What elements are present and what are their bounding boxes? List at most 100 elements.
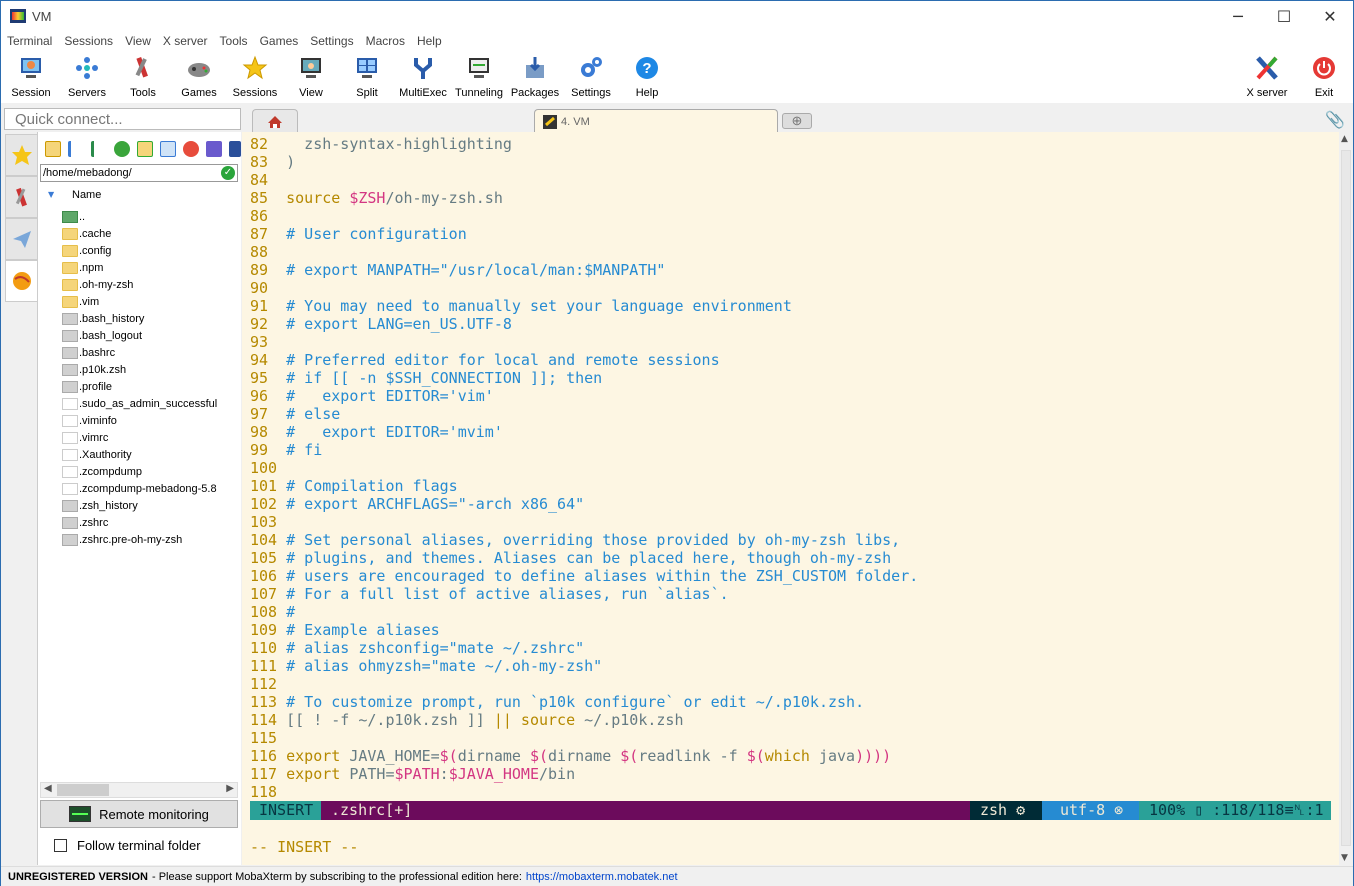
upload-icon[interactable] bbox=[91, 141, 107, 157]
sidebar-tab-tools[interactable] bbox=[5, 176, 38, 218]
line-number: 108 bbox=[250, 603, 278, 621]
file-list-item[interactable]: .sudo_as_admin_successful bbox=[62, 395, 217, 412]
scroll-up-icon[interactable]: ▲ bbox=[1341, 134, 1348, 144]
file-list-header[interactable]: ▼ Name bbox=[38, 188, 238, 204]
packages-button[interactable]: Packages bbox=[507, 53, 563, 101]
rename-icon[interactable] bbox=[206, 141, 222, 157]
path-go-icon[interactable]: ✓ bbox=[221, 166, 235, 180]
sidebar-tab-sessions[interactable] bbox=[5, 134, 38, 176]
session-icon bbox=[18, 55, 44, 81]
file-list-item[interactable]: .cache bbox=[62, 225, 111, 242]
close-button[interactable]: ✕ bbox=[1307, 1, 1353, 31]
permissions-icon[interactable] bbox=[229, 141, 241, 157]
menu-settings[interactable]: Settings bbox=[304, 34, 359, 48]
download-icon[interactable] bbox=[68, 141, 84, 157]
star-icon bbox=[242, 55, 268, 81]
tunneling-button[interactable]: Tunneling bbox=[451, 53, 507, 101]
line-number: 100 bbox=[250, 459, 278, 477]
menu-tools[interactable]: Tools bbox=[214, 34, 254, 48]
file-list-item[interactable]: .oh-my-zsh bbox=[62, 276, 133, 293]
games-button[interactable]: Games bbox=[171, 53, 227, 101]
split-button[interactable]: Split bbox=[339, 53, 395, 101]
file-list-item[interactable]: .npm bbox=[62, 259, 103, 276]
terminal-line: 100 bbox=[250, 459, 286, 477]
code-segment: /oh-my-zsh.sh bbox=[385, 189, 503, 207]
menu-help[interactable]: Help bbox=[411, 34, 448, 48]
file-list-item[interactable]: .vimrc bbox=[62, 429, 108, 446]
servers-button[interactable]: Servers bbox=[59, 53, 115, 101]
remote-monitoring-button[interactable]: Remote monitoring bbox=[40, 800, 238, 828]
file-list-item[interactable]: .zcompdump-mebadong-5.8 bbox=[62, 480, 217, 497]
file-list-item[interactable]: .zshrc.pre-oh-my-zsh bbox=[62, 531, 182, 548]
mobatek-link[interactable]: https://mobaxterm.mobatek.net bbox=[526, 871, 678, 883]
x-server-button[interactable]: X server bbox=[1239, 53, 1295, 101]
delete-icon[interactable] bbox=[183, 141, 199, 157]
settings-button[interactable]: Settings bbox=[563, 53, 619, 101]
sidebar-tab-sftp[interactable] bbox=[5, 260, 38, 302]
scroll-left-icon[interactable]: ◀ bbox=[44, 783, 52, 794]
file-list-item[interactable]: .zshrc bbox=[62, 514, 108, 531]
terminal-line: 93 bbox=[250, 333, 286, 351]
terminal-line: 82 zsh-syntax-highlighting bbox=[250, 135, 512, 153]
file-list-item[interactable]: .viminfo bbox=[62, 412, 117, 429]
file-icon bbox=[62, 465, 78, 478]
scroll-down-icon[interactable]: ▼ bbox=[1341, 853, 1348, 863]
new-folder-icon[interactable] bbox=[137, 141, 153, 157]
minimize-button[interactable]: ─ bbox=[1215, 1, 1261, 31]
refresh-icon[interactable] bbox=[114, 141, 130, 157]
file-list-item[interactable]: .p10k.zsh bbox=[62, 361, 126, 378]
scroll-right-icon[interactable]: ▶ bbox=[226, 783, 234, 794]
terminal-view[interactable]: 82 zsh-syntax-highlighting 83 ) 84 85 sour… bbox=[242, 132, 1339, 865]
terminal-scroll-thumb[interactable] bbox=[1341, 150, 1351, 846]
quick-connect-input[interactable]: Quick connect... bbox=[4, 108, 241, 130]
terminal-line: 118 bbox=[250, 783, 286, 801]
menu-x-server[interactable]: X server bbox=[157, 34, 214, 48]
file-name: .profile bbox=[79, 380, 113, 393]
line-number: 90 bbox=[250, 279, 269, 297]
file-list-item[interactable]: .bash_logout bbox=[62, 327, 142, 344]
horizontal-scrollbar[interactable]: ◀ ▶ bbox=[40, 782, 238, 798]
view-button[interactable]: View bbox=[283, 53, 339, 101]
file-list-item[interactable]: .Xauthority bbox=[62, 446, 132, 463]
terminal-line: 107 # For a full list of active aliases,… bbox=[250, 585, 729, 603]
line-number: 115 bbox=[250, 729, 278, 747]
terminal-scrollbar[interactable]: ▲ ▼ bbox=[1339, 132, 1353, 865]
tab-vm[interactable]: 4. VM bbox=[534, 109, 778, 134]
file-list-item[interactable]: .profile bbox=[62, 378, 112, 395]
app-logo-icon bbox=[10, 9, 26, 23]
file-list-item[interactable]: .zcompdump bbox=[62, 463, 142, 480]
file-list-item[interactable]: .bash_history bbox=[62, 310, 144, 327]
menu-sessions[interactable]: Sessions bbox=[58, 34, 119, 48]
main-toolbar: Session Servers Tools Games Sessions Vie… bbox=[1, 51, 1353, 103]
tools-button[interactable]: Tools bbox=[115, 53, 171, 101]
exit-button[interactable]: Exit bbox=[1296, 53, 1352, 101]
parent-folder-icon[interactable] bbox=[45, 141, 61, 157]
menu-games[interactable]: Games bbox=[254, 34, 305, 48]
menu-view[interactable]: View bbox=[119, 34, 157, 48]
maximize-button[interactable]: ☐ bbox=[1261, 1, 1307, 31]
home-tab[interactable] bbox=[252, 109, 298, 133]
new-file-icon[interactable] bbox=[160, 141, 176, 157]
file-list-item[interactable]: .bashrc bbox=[62, 344, 115, 361]
menu-macros[interactable]: Macros bbox=[360, 34, 411, 48]
session-button[interactable]: Session bbox=[3, 53, 59, 101]
follow-terminal-folder[interactable]: Follow terminal folder bbox=[54, 838, 201, 853]
file-list-item[interactable]: .. bbox=[62, 208, 85, 225]
multiexec-button[interactable]: MultiExec bbox=[395, 53, 451, 101]
code-segment: dirname bbox=[548, 747, 621, 765]
help-button[interactable]: ? Help bbox=[619, 53, 675, 101]
menu-terminal[interactable]: Terminal bbox=[1, 34, 58, 48]
tools-icon bbox=[15, 187, 27, 207]
new-tab-button[interactable]: ⊕ bbox=[782, 113, 812, 129]
path-input[interactable]: /home/mebadong/ ✓ bbox=[40, 164, 238, 182]
follow-terminal-checkbox[interactable] bbox=[54, 839, 67, 852]
scroll-thumb[interactable] bbox=[57, 784, 109, 796]
sessions-button[interactable]: Sessions bbox=[227, 53, 283, 101]
sidebar-tab-macros[interactable] bbox=[5, 218, 38, 260]
file-list-item[interactable]: .vim bbox=[62, 293, 99, 310]
paperclip-icon[interactable]: 📎 bbox=[1325, 110, 1345, 129]
line-number: 86 bbox=[250, 207, 269, 225]
line-number: 113 bbox=[250, 693, 278, 711]
file-list-item[interactable]: .zsh_history bbox=[62, 497, 138, 514]
file-list-item[interactable]: .config bbox=[62, 242, 111, 259]
